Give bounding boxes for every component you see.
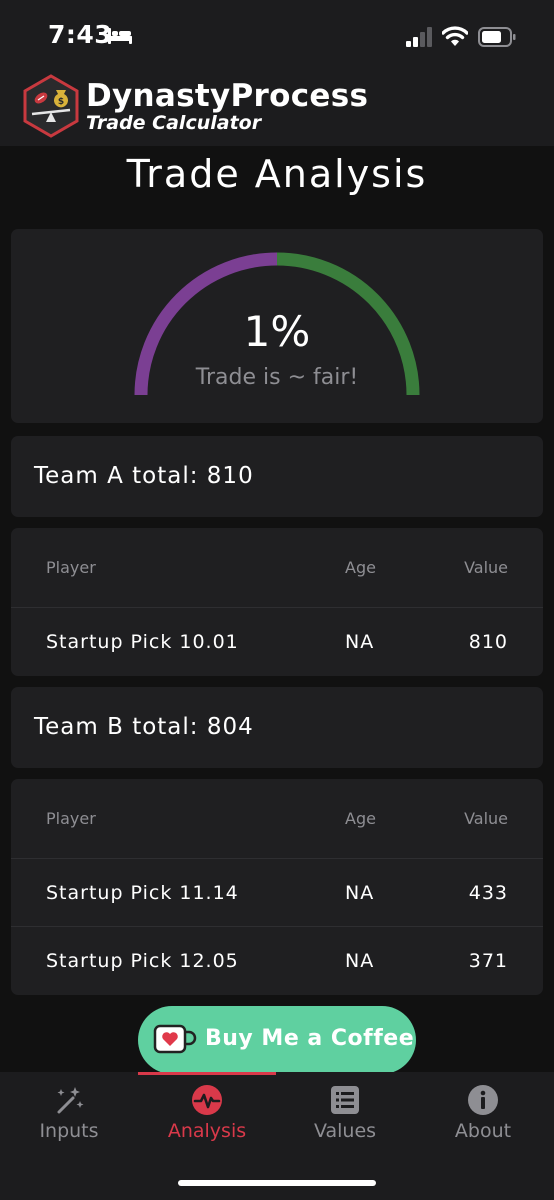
dynastyprocess-logo-icon: $ [23,74,79,138]
battery-icon [478,27,516,47]
cell-value: 371 [468,950,508,972]
coffee-button-label: Buy Me a Coffee [205,1026,415,1051]
home-indicator[interactable] [178,1180,376,1186]
fairness-gauge-card: 1% Trade is ~ fair! [11,229,543,423]
tab-inputs[interactable]: Inputs [0,1072,138,1172]
tab-label: Values [313,1120,377,1142]
table-row: Startup Pick 12.05 NA 371 [11,927,543,995]
cell-age: NA [345,631,375,653]
app-header: $ DynastyProcess Trade Calculator [0,64,554,146]
gauge-percent: 1% [243,307,311,356]
team-a-table: Player Age Value Startup Pick 10.01 NA 8… [11,528,543,676]
buy-me-a-coffee-button[interactable]: Buy Me a Coffee [138,1006,416,1072]
column-header-player: Player [46,558,96,577]
tab-label: Inputs [39,1120,99,1142]
team-a-total: Team A total: 810 [34,463,254,489]
brand-subtitle: Trade Calculator [86,112,262,134]
column-header-value: Value [464,558,508,577]
wifi-icon [442,26,468,46]
tab-about[interactable]: About [414,1072,552,1172]
page-title: Trade Analysis [126,152,428,196]
cell-signal-icon [406,27,432,47]
gauge-verdict: Trade is ~ fair! [195,365,359,390]
tab-values[interactable]: Values [276,1072,414,1172]
team-b-total-card: Team B total: 804 [11,687,543,768]
cell-player: Startup Pick 11.14 [46,882,239,904]
column-header-age: Age [345,558,376,577]
table-row: Startup Pick 11.14 NA 433 [11,859,543,927]
team-b-total: Team B total: 804 [34,714,254,740]
active-tab-indicator [138,1072,276,1075]
main-content[interactable]: Trade Analysis 1% Trade is ~ fair! Team … [0,146,554,1072]
tab-label: About [454,1120,512,1142]
team-b-table: Player Age Value Startup Pick 11.14 NA 4… [11,779,543,995]
status-bar: 7:43 [0,0,554,64]
cell-age: NA [345,882,375,904]
table-row: Startup Pick 10.01 NA 810 [11,608,543,676]
list-icon [331,1086,359,1114]
cell-value: 433 [468,882,508,904]
svg-text:$: $ [58,97,64,107]
team-a-total-card: Team A total: 810 [11,436,543,517]
pulse-icon [192,1085,222,1115]
coffee-cup-icon [153,1024,197,1054]
column-header-age: Age [345,809,376,828]
cell-player: Startup Pick 10.01 [46,631,239,653]
table-header: Player Age Value [11,528,543,608]
cell-player: Startup Pick 12.05 [46,950,239,972]
sleep-bed-icon [108,28,132,44]
tab-label: Analysis [167,1120,247,1142]
cell-age: NA [345,950,375,972]
status-time: 7:43 [48,20,113,49]
magic-wand-icon [57,1087,84,1114]
brand-name: DynastyProcess [86,78,369,114]
tab-analysis[interactable]: Analysis [138,1072,276,1172]
info-icon [468,1085,498,1115]
column-header-player: Player [46,809,96,828]
column-header-value: Value [464,809,508,828]
table-header: Player Age Value [11,779,543,859]
cell-value: 810 [468,631,508,653]
